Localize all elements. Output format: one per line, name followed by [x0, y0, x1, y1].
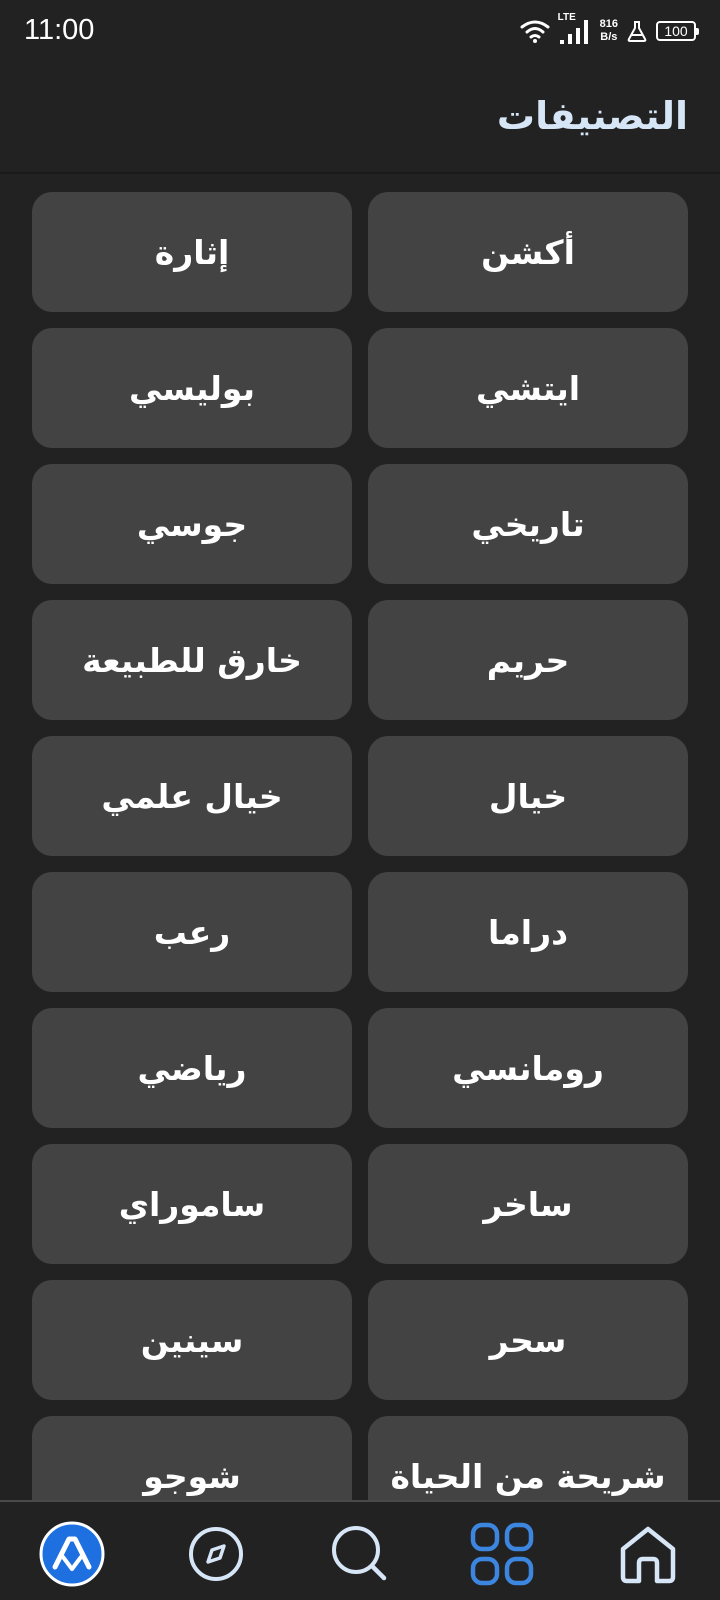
nav-search[interactable]: [324, 1518, 396, 1590]
category-tile[interactable]: خيال: [368, 736, 688, 856]
wifi-icon: [520, 20, 550, 43]
nav-home[interactable]: [612, 1518, 684, 1590]
category-tile[interactable]: تاريخي: [368, 464, 688, 584]
flask-icon: [627, 21, 647, 42]
cellular-signal: LTE: [558, 12, 592, 46]
network-speed: 816 B/s: [600, 18, 618, 44]
nav-app-logo[interactable]: [36, 1518, 108, 1590]
grid-icon: [470, 1522, 534, 1586]
search-icon: [332, 1526, 387, 1581]
home-icon: [620, 1526, 676, 1584]
battery-level: 100: [664, 23, 688, 39]
category-tile[interactable]: خارق للطبيعة: [32, 600, 352, 720]
category-tile[interactable]: بوليسي: [32, 328, 352, 448]
page-header: التصنيفات: [0, 66, 720, 174]
compass-icon: [189, 1527, 243, 1581]
category-tile[interactable]: ايتشي: [368, 328, 688, 448]
battery-icon: 100: [656, 21, 699, 41]
status-icons: LTE 816 B/s 100: [520, 12, 699, 46]
category-tile[interactable]: جوسي: [32, 464, 352, 584]
category-tile[interactable]: رياضي: [32, 1008, 352, 1128]
category-tile[interactable]: سينين: [32, 1280, 352, 1400]
category-grid: أكشن إثارة ايتشي بوليسي تاريخي جوسي حريم…: [32, 192, 688, 1536]
speed-value: 816: [599, 18, 618, 30]
app-logo-icon: [39, 1521, 105, 1587]
category-tile[interactable]: دراما: [368, 872, 688, 992]
category-tile[interactable]: خيال علمي: [32, 736, 352, 856]
signal-icon: [559, 20, 588, 44]
speed-unit: B/s: [600, 31, 618, 43]
nav-explore[interactable]: [180, 1518, 252, 1590]
page-title: التصنيفات: [496, 94, 688, 138]
category-tile[interactable]: رومانسي: [368, 1008, 688, 1128]
category-tile[interactable]: سحر: [368, 1280, 688, 1400]
category-tile[interactable]: ساموراي: [32, 1144, 352, 1264]
category-tile[interactable]: رعب: [32, 872, 352, 992]
status-bar: 11:00 LTE 816 B/s 100: [0, 0, 720, 66]
category-tile[interactable]: حريم: [368, 600, 688, 720]
category-tile[interactable]: ساخر: [368, 1144, 688, 1264]
category-tile[interactable]: إثارة: [32, 192, 352, 312]
bottom-nav: [0, 1500, 720, 1600]
nav-categories[interactable]: [466, 1518, 538, 1590]
category-tile[interactable]: أكشن: [368, 192, 688, 312]
status-time: 11:00: [24, 14, 95, 46]
